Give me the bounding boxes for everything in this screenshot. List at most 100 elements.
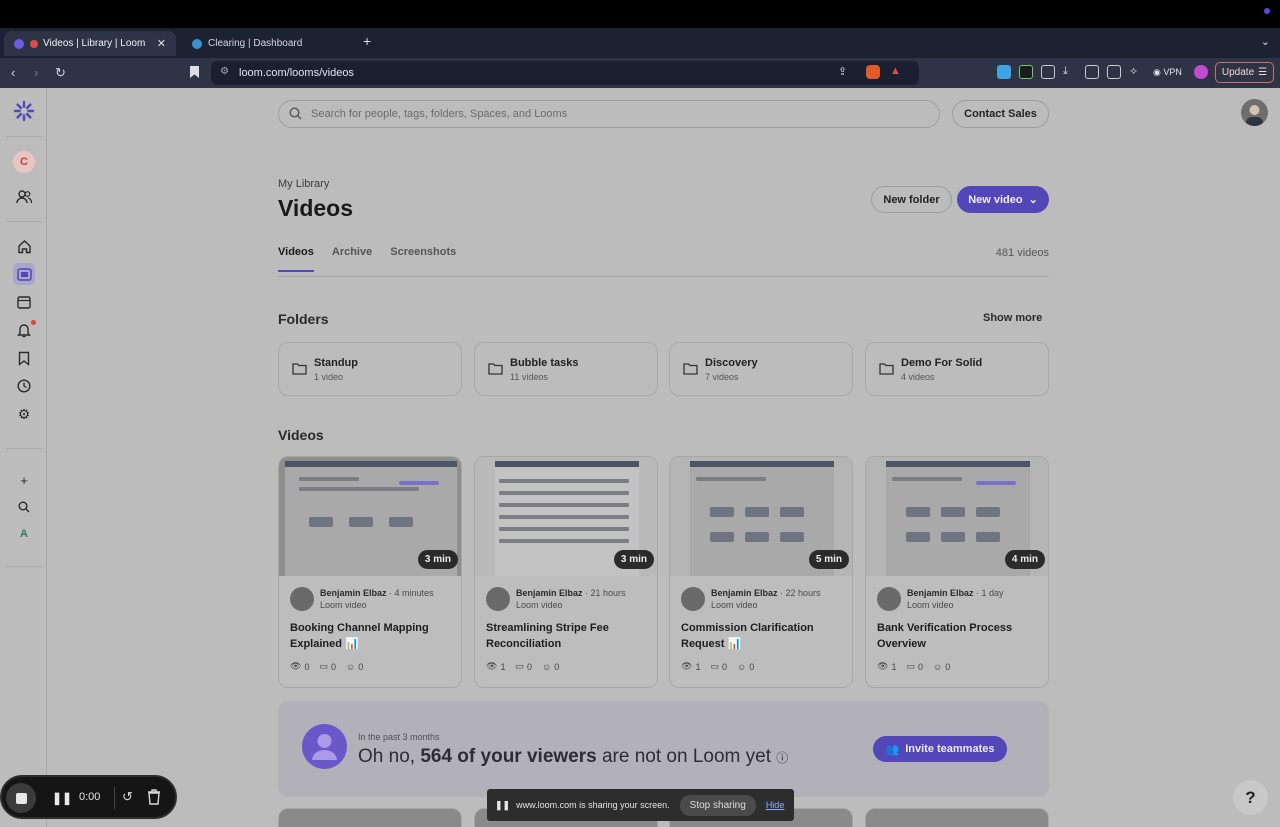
download-icon[interactable]: ⤓	[1063, 65, 1077, 79]
video-thumbnail[interactable]: 3 min	[279, 457, 461, 576]
viewer-avatar-icon	[302, 724, 347, 769]
settings-icon[interactable]: ⚙	[13, 403, 35, 425]
info-icon[interactable]: ⓘ	[776, 751, 788, 765]
video-card[interactable]: 3 min Benjamin Elbaz · 21 hours Loom vid…	[474, 456, 658, 688]
restart-icon[interactable]: ↺	[122, 789, 133, 805]
close-tab-icon[interactable]: ✕	[157, 37, 166, 50]
folder-card[interactable]: Standup 1 video	[278, 342, 462, 396]
screen-sharing-bar: ❚❚ www.loom.com is sharing your screen. …	[487, 789, 794, 821]
video-title[interactable]: Commission Clarification Request 📊	[681, 620, 841, 652]
calendar-icon[interactable]	[13, 291, 35, 313]
clearing-favicon-icon	[192, 38, 202, 49]
url-field[interactable]: ⚙ loom.com/looms/videos	[211, 61, 919, 85]
recorder-divider	[114, 787, 115, 809]
browser-tab-clearing[interactable]: Clearing | Dashboard	[182, 31, 354, 56]
comments-icon: ▭	[515, 661, 524, 671]
reactions-count: 0	[554, 661, 560, 672]
search-placeholder: Search for people, tags, folders, Spaces…	[311, 108, 568, 120]
folder-count: 4 videos	[901, 371, 935, 382]
comments-count: 0	[330, 661, 336, 672]
search-input[interactable]: Search for people, tags, folders, Spaces…	[278, 100, 940, 128]
folder-count: 11 videos	[510, 371, 548, 382]
video-card-partial[interactable]	[278, 808, 462, 827]
video-card[interactable]: 5 min Benjamin Elbaz · 22 hours Loom vid…	[669, 456, 853, 688]
stop-sharing-button[interactable]: Stop sharing	[679, 794, 756, 816]
add-icon[interactable]: +	[13, 469, 35, 491]
video-thumbnail[interactable]: 3 min	[475, 457, 657, 576]
browser-tab-loom[interactable]: Videos | Library | Loom ✕	[4, 31, 176, 56]
extension-2-icon[interactable]	[1019, 65, 1033, 79]
extensions-icon[interactable]	[1041, 65, 1055, 79]
banner-headline: Oh no, 564 of your viewers are not on Lo…	[358, 746, 789, 767]
video-card[interactable]: 3 min Benjamin Elbaz · 4 minutes Loom vi…	[278, 456, 462, 688]
bookmarks-icon[interactable]	[13, 347, 35, 369]
bookmark-icon[interactable]	[190, 66, 199, 78]
video-author: Benjamin Elbaz · 4 minutes	[320, 588, 434, 598]
search-icon[interactable]	[13, 496, 35, 518]
extension-1-icon[interactable]	[997, 65, 1011, 79]
tab-archive[interactable]: Archive	[332, 246, 372, 272]
sidebar-toggle-icon[interactable]	[1085, 65, 1099, 79]
hide-link[interactable]: Hide	[766, 800, 785, 810]
folder-count: 1 video	[314, 371, 344, 382]
video-title[interactable]: Booking Channel Mapping Explained 📊	[290, 620, 450, 652]
site-info-icon[interactable]: ⚙	[220, 66, 229, 77]
comments-count: 0	[721, 661, 727, 672]
tab-strip: Videos | Library | Loom ✕ Clearing | Das…	[0, 28, 1280, 58]
notifications-icon[interactable]	[13, 319, 36, 341]
vpn-button[interactable]: ◉ VPN	[1153, 67, 1182, 78]
pause-icon[interactable]: ❚❚	[52, 791, 72, 805]
video-type: Loom video	[711, 600, 758, 610]
home-icon[interactable]	[13, 235, 35, 257]
video-thumbnail[interactable]: 4 min	[866, 457, 1048, 576]
video-title[interactable]: Bank Verification Process Overview	[877, 620, 1037, 652]
back-icon[interactable]: ‹	[11, 65, 15, 80]
workspace-switcher[interactable]: C	[13, 151, 35, 173]
duration-badge: 3 min	[417, 550, 458, 569]
recording-controls: ❚❚ 0:00 ↺	[0, 775, 177, 819]
tab-videos[interactable]: Videos	[278, 246, 314, 272]
profile-icon[interactable]	[1194, 65, 1208, 79]
update-button[interactable]: Update ☰	[1215, 62, 1274, 83]
forward-icon[interactable]: ›	[34, 65, 38, 80]
video-thumbnail[interactable]: 5 min	[670, 457, 852, 576]
new-tab-icon[interactable]: +	[363, 33, 371, 49]
reactions-count: 0	[945, 661, 951, 672]
video-card[interactable]: 4 min Benjamin Elbaz · 1 day Loom video …	[865, 456, 1049, 688]
folder-name: Discovery	[705, 356, 758, 369]
folder-card[interactable]: Demo For Solid 4 videos	[865, 342, 1049, 396]
delete-icon[interactable]	[147, 789, 161, 805]
invite-teammates-button[interactable]: 👥 Invite teammates	[873, 736, 1007, 762]
new-folder-button[interactable]: New folder	[871, 186, 952, 213]
loom-logo-icon[interactable]	[13, 100, 35, 122]
folder-card[interactable]: Bubble tasks 11 videos	[474, 342, 658, 396]
members-icon[interactable]	[13, 186, 35, 208]
stop-recording-button[interactable]	[6, 783, 36, 813]
breadcrumb[interactable]: My Library	[278, 178, 329, 190]
help-button[interactable]: ?	[1233, 780, 1268, 815]
leo-ai-icon[interactable]: ✧	[1129, 65, 1143, 79]
share-icon[interactable]: ⇪	[838, 65, 852, 79]
brave-rewards-icon[interactable]: ▲	[890, 65, 904, 79]
history-icon[interactable]	[13, 375, 35, 397]
folder-count: 7 videos	[705, 371, 739, 382]
reactions-icon: ☺	[736, 661, 747, 672]
library-icon[interactable]	[13, 263, 35, 285]
tab-screenshots[interactable]: Screenshots	[390, 246, 456, 272]
brave-shield-icon[interactable]	[866, 65, 880, 79]
user-avatar[interactable]	[1241, 99, 1268, 126]
assistant-icon[interactable]: A	[13, 523, 35, 545]
new-video-button[interactable]: New video ⌄	[957, 186, 1049, 213]
contact-sales-button[interactable]: Contact Sales	[952, 100, 1049, 128]
views-count: 0	[304, 661, 310, 672]
tab-list-chevron-icon[interactable]: ⌄	[1261, 35, 1270, 48]
wallet-icon[interactable]	[1107, 65, 1121, 79]
viewers-banner: In the past 3 months Oh no, 564 of your …	[278, 701, 1049, 797]
videos-heading: Videos	[278, 427, 324, 443]
video-card-partial[interactable]	[865, 808, 1049, 827]
show-more-button[interactable]: Show more	[983, 312, 1042, 324]
invite-icon: 👥	[885, 743, 900, 756]
reload-icon[interactable]: ↻	[55, 65, 66, 81]
video-title[interactable]: Streamlining Stripe Fee Reconciliation	[486, 620, 646, 652]
folder-card[interactable]: Discovery 7 videos	[669, 342, 853, 396]
